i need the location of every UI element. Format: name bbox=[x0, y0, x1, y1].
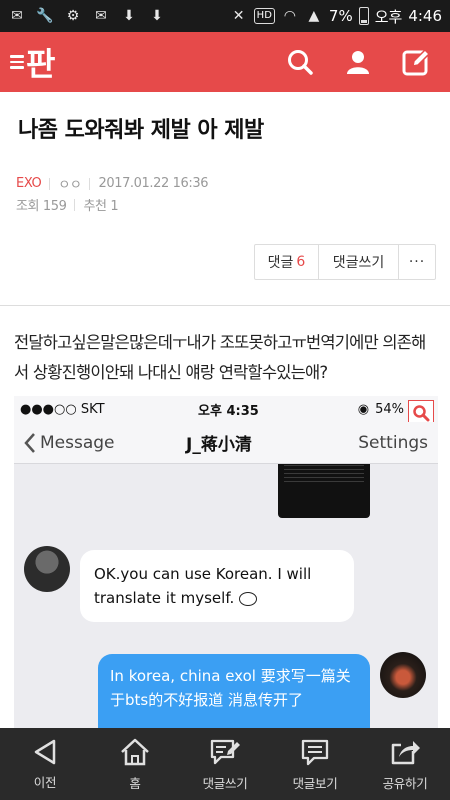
post-action-buttons: 댓글 6 댓글쓰기 ··· bbox=[254, 244, 436, 280]
status-ampm: 오후 bbox=[374, 7, 403, 26]
app-header: 판 bbox=[0, 32, 450, 92]
search-button[interactable] bbox=[284, 46, 316, 78]
post-stats: 조회 159 추천 1 bbox=[16, 195, 119, 214]
post-title: 나좀 도와줘봐 제발 아 제발 bbox=[18, 118, 264, 143]
share-icon bbox=[391, 740, 420, 764]
write-comment-button[interactable]: 댓글쓰기 bbox=[319, 245, 399, 279]
panda-emoji-icon bbox=[239, 591, 258, 606]
user-avatar bbox=[380, 652, 426, 698]
bottom-nav: 이전 홈 댓글쓰기 댓글보기 공유하기 bbox=[0, 728, 450, 800]
more-dots-icon: ··· bbox=[408, 254, 426, 270]
battery-percent: 7% bbox=[328, 7, 353, 25]
post-date: 2017.01.22 16:36 bbox=[98, 176, 209, 191]
view-count: 조회 159 bbox=[16, 199, 67, 214]
comment-write-icon bbox=[210, 739, 240, 764]
nav-share-label: 공유하기 bbox=[382, 775, 428, 791]
back-triangle-icon bbox=[34, 739, 56, 764]
nav-write-comment-label: 댓글쓰기 bbox=[202, 775, 248, 791]
comment-label: 댓글 bbox=[267, 255, 294, 271]
download-icon-2: ⬇ bbox=[151, 8, 163, 24]
content-divider bbox=[0, 305, 450, 306]
nav-write-comment[interactable]: 댓글쓰기 bbox=[180, 728, 270, 800]
embedded-settings: Settings bbox=[358, 432, 428, 453]
app-logo[interactable]: 판 bbox=[10, 39, 55, 85]
comment-count-button[interactable]: 댓글 6 bbox=[255, 245, 319, 279]
mute-icon: ✕ bbox=[232, 8, 245, 24]
wifi-icon: ◠ bbox=[283, 8, 297, 24]
logo-text: 판 bbox=[26, 45, 55, 83]
post-body: 전달하고싶은말은많은데ㅜ내가 조또못하고ㅠ번역기에만 의존해서 상황진행이안돼 … bbox=[14, 333, 426, 382]
more-button[interactable]: ··· bbox=[399, 245, 435, 279]
post-category[interactable]: EXO bbox=[16, 176, 42, 191]
mail-icon: ✉ bbox=[95, 8, 107, 24]
nav-view-comments-label: 댓글보기 bbox=[292, 775, 338, 791]
embedded-screenshot[interactable]: ●●●○○ SKT 오후 4:35 ◉ 54% Message J_蒋小清 Se… bbox=[14, 396, 438, 728]
embedded-back: Message bbox=[24, 432, 115, 454]
android-icon: ⚙ bbox=[66, 8, 80, 24]
embedded-battery: 54% bbox=[375, 401, 404, 417]
battery-icon bbox=[358, 7, 369, 25]
incoming-message: OK.you can use Korean. I will translate … bbox=[80, 550, 354, 622]
meta-divider bbox=[89, 177, 91, 190]
profile-button[interactable] bbox=[342, 46, 374, 78]
embedded-back-label: Message bbox=[40, 432, 115, 453]
comment-view-icon bbox=[301, 739, 329, 765]
meta-divider bbox=[49, 177, 51, 190]
edit-icon bbox=[402, 48, 431, 76]
outgoing-message-text: In korea, china exol 要求写一篇关于bts的不好报道 消息传… bbox=[110, 667, 351, 709]
post-author: ㅇㅇ bbox=[58, 178, 82, 193]
write-post-button[interactable] bbox=[400, 46, 432, 78]
search-icon bbox=[288, 50, 313, 75]
nav-home[interactable]: 홈 bbox=[90, 728, 180, 800]
hd-badge: HD bbox=[253, 8, 275, 24]
recommend-count: 추천 1 bbox=[83, 199, 119, 214]
nav-back-label: 이전 bbox=[33, 774, 57, 790]
chevron-left-icon bbox=[24, 432, 35, 453]
outgoing-message: In korea, china exol 要求写一篇关于bts的不好报道 消息传… bbox=[98, 654, 370, 728]
nav-home-label: 홈 bbox=[129, 775, 141, 791]
home-icon bbox=[121, 738, 149, 765]
signal-icon: ▲ bbox=[308, 8, 320, 24]
comment-count: 6 bbox=[296, 254, 306, 270]
status-time: 4:46 bbox=[408, 7, 442, 25]
contact-avatar bbox=[24, 546, 70, 592]
download-icon: ⬇ bbox=[123, 8, 135, 24]
post-meta: EXO ㅇㅇ 2017.01.22 16:36 bbox=[16, 174, 208, 193]
meta-divider bbox=[74, 198, 76, 211]
embedded-nav-bar: Message J_蒋小清 Settings bbox=[14, 422, 438, 464]
embedded-contact-name: J_蒋小清 bbox=[186, 435, 252, 455]
embedded-lock-icon: ◉ bbox=[357, 401, 370, 417]
embedded-image-message bbox=[278, 464, 370, 518]
embedded-carrier: ●●●○○ SKT bbox=[20, 401, 105, 417]
nav-view-comments[interactable]: 댓글보기 bbox=[270, 728, 360, 800]
menu-lines-icon bbox=[10, 55, 24, 69]
user-icon bbox=[347, 51, 369, 74]
email-icon: ✉ bbox=[11, 8, 23, 24]
nav-share[interactable]: 공유하기 bbox=[360, 728, 450, 800]
status-bar: ✉ 🔧 ⚙ ✉ ⬇ ⬇ ✕ HD ◠ ▲ 7% 오후 4:46 bbox=[0, 0, 450, 32]
embedded-time: 오후 4:35 bbox=[198, 403, 259, 419]
write-comment-label: 댓글쓰기 bbox=[332, 255, 385, 271]
incoming-message-text: OK.you can use Korean. I will translate … bbox=[94, 565, 312, 607]
magnifier-icon bbox=[413, 405, 430, 422]
nav-back[interactable]: 이전 bbox=[0, 728, 90, 800]
embedded-status-bar: ●●●○○ SKT 오후 4:35 ◉ 54% bbox=[14, 396, 438, 422]
wrench-icon: 🔧 bbox=[36, 8, 54, 24]
